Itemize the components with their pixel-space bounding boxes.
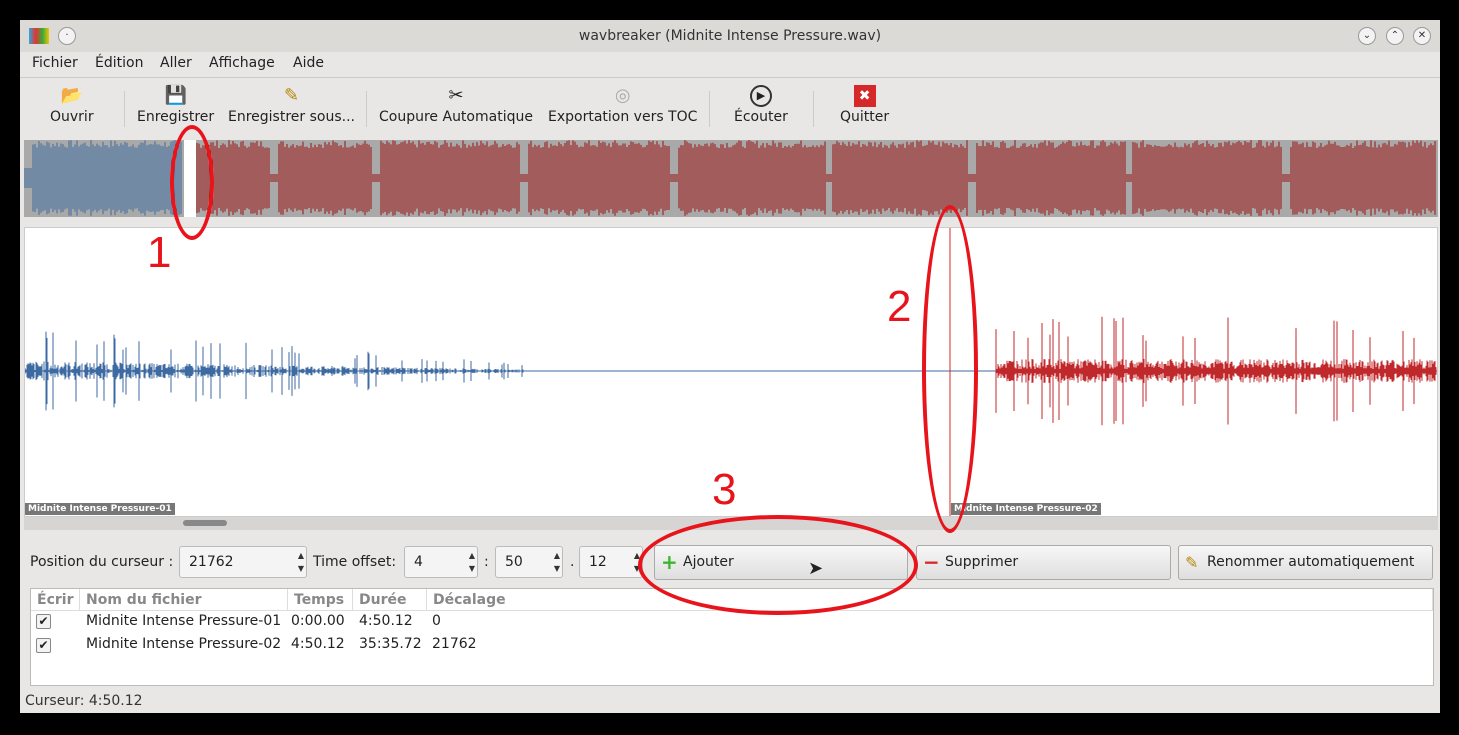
- auto-rename-label: Renommer automatiquement: [1207, 554, 1415, 570]
- maximize-button[interactable]: ⌃: [1386, 27, 1404, 45]
- column-header-filename[interactable]: Nom du fichier: [80, 589, 288, 611]
- spin-arrows-icon[interactable]: ▲ ▼: [298, 549, 304, 575]
- seconds-value: 50: [505, 554, 523, 570]
- minutes-spinner[interactable]: 4 ▲ ▼: [404, 546, 478, 578]
- track-label: Midnite Intense Pressure-02: [951, 503, 1101, 515]
- column-header-offset[interactable]: Décalage: [427, 589, 1433, 611]
- save-icon: 💾: [164, 85, 187, 106]
- column-header-write[interactable]: Écrir: [31, 589, 80, 611]
- column-header-duration[interactable]: Durée: [353, 589, 427, 611]
- overview-waveform-graphic: [24, 140, 1436, 217]
- open-icon: 📂: [60, 85, 84, 106]
- window-menu-button[interactable]: ·: [58, 27, 76, 45]
- toolbar: 📂 Ouvrir 💾 Enregistrer ✎ Enregistrer sous..…: [20, 79, 1440, 139]
- remove-button[interactable]: − Supprimer: [916, 545, 1171, 580]
- minus-icon: −: [923, 550, 940, 574]
- remove-label: Supprimer: [945, 554, 1019, 570]
- auto-rename-button[interactable]: ✎ Renommer automatiquement: [1178, 545, 1433, 580]
- fraction-spinner[interactable]: 12 ▲ ▼: [579, 546, 643, 578]
- spin-arrows-icon[interactable]: ▲ ▼: [469, 549, 475, 575]
- play-button[interactable]: ▶ Écouter: [734, 85, 788, 125]
- open-label: Ouvrir: [50, 109, 94, 125]
- scissors-icon: ✂: [448, 85, 464, 106]
- save-as-label: Enregistrer sous...: [228, 109, 355, 125]
- scrollbar-thumb[interactable]: [183, 520, 227, 526]
- save-button[interactable]: 💾 Enregistrer: [137, 85, 214, 125]
- minutes-value: 4: [414, 554, 423, 570]
- duration-cell: 4:50.12: [359, 613, 413, 629]
- seconds-spinner[interactable]: 50 ▲ ▼: [495, 546, 563, 578]
- annotation-number: 2: [887, 282, 912, 331]
- auto-split-label: Coupure Automatique: [379, 109, 533, 125]
- write-checkbox[interactable]: ✔: [36, 638, 51, 653]
- annotation-number: 1: [147, 228, 172, 277]
- time-cell: 0:00.00: [291, 613, 345, 629]
- time-separator: :: [484, 554, 489, 570]
- play-icon: ▶: [749, 85, 772, 107]
- save-as-icon: ✎: [283, 85, 300, 106]
- quit-button[interactable]: ✖ Quitter: [840, 85, 889, 125]
- cursor-position-spinner[interactable]: 21762 ▲ ▼: [179, 546, 307, 578]
- app-icon: [29, 28, 49, 44]
- window-title: wavbreaker (Midnite Intense Pressure.wav…: [578, 28, 882, 44]
- overview-waveform[interactable]: [24, 140, 1438, 217]
- menu-bar: Fichier Édition Aller Affichage Aide: [20, 52, 1440, 78]
- filename-cell: Midnite Intense Pressure-02: [86, 636, 282, 652]
- write-checkbox[interactable]: ✔: [36, 614, 51, 629]
- menu-affichage[interactable]: Affichage: [209, 55, 275, 71]
- toolbar-separator: [709, 91, 710, 127]
- auto-split-button[interactable]: ✂ Coupure Automatique: [379, 85, 533, 125]
- rename-icon: ✎: [1185, 553, 1199, 572]
- time-offset-label: Time offset:: [313, 554, 397, 570]
- cursor-position-value: 21762: [189, 554, 234, 570]
- export-toc-button[interactable]: ◎ Exportation vers TOC: [548, 85, 697, 125]
- annotation-number: 3: [712, 465, 737, 514]
- duration-cell: 35:35.72: [359, 636, 422, 652]
- close-button[interactable]: ✕: [1413, 27, 1431, 45]
- cd-icon: ◎: [614, 85, 631, 106]
- offset-cell: 0: [432, 613, 441, 629]
- play-label: Écouter: [734, 109, 788, 125]
- quit-icon: ✖: [853, 85, 876, 107]
- offset-cell: 21762: [432, 636, 477, 652]
- menu-fichier[interactable]: Fichier: [32, 55, 78, 71]
- time-cell: 4:50.12: [291, 636, 345, 652]
- filename-cell: Midnite Intense Pressure-01: [86, 613, 282, 629]
- open-button[interactable]: 📂 Ouvrir: [50, 85, 94, 125]
- spin-arrows-icon[interactable]: ▲ ▼: [554, 549, 560, 575]
- column-header-time[interactable]: Temps: [288, 589, 353, 611]
- save-label: Enregistrer: [137, 109, 215, 125]
- menu-aller[interactable]: Aller: [160, 55, 192, 71]
- minimize-button[interactable]: ⌄: [1358, 27, 1376, 45]
- export-toc-label: Exportation vers TOC: [548, 109, 698, 125]
- track-label: Midnite Intense Pressure-01: [25, 503, 175, 515]
- time-separator: .: [570, 554, 575, 570]
- save-as-button[interactable]: ✎ Enregistrer sous...: [228, 85, 355, 125]
- title-bar: · wavbreaker (Midnite Intense Pressure.w…: [20, 20, 1440, 52]
- fraction-value: 12: [589, 554, 607, 570]
- status-bar: Curseur: 4:50.12: [25, 693, 143, 709]
- toolbar-separator: [366, 91, 367, 127]
- toolbar-separator: [813, 91, 814, 127]
- toolbar-separator: [124, 91, 125, 127]
- annotation-ellipse: [638, 515, 918, 615]
- quit-label: Quitter: [840, 109, 890, 125]
- cursor-position-label: Position du curseur :: [30, 554, 174, 570]
- mouse-pointer-icon: ➤: [808, 558, 824, 579]
- annotation-ellipse: [170, 125, 214, 240]
- menu-edition[interactable]: Édition: [95, 55, 143, 71]
- annotation-ellipse: [922, 205, 978, 533]
- menu-aide[interactable]: Aide: [293, 55, 324, 71]
